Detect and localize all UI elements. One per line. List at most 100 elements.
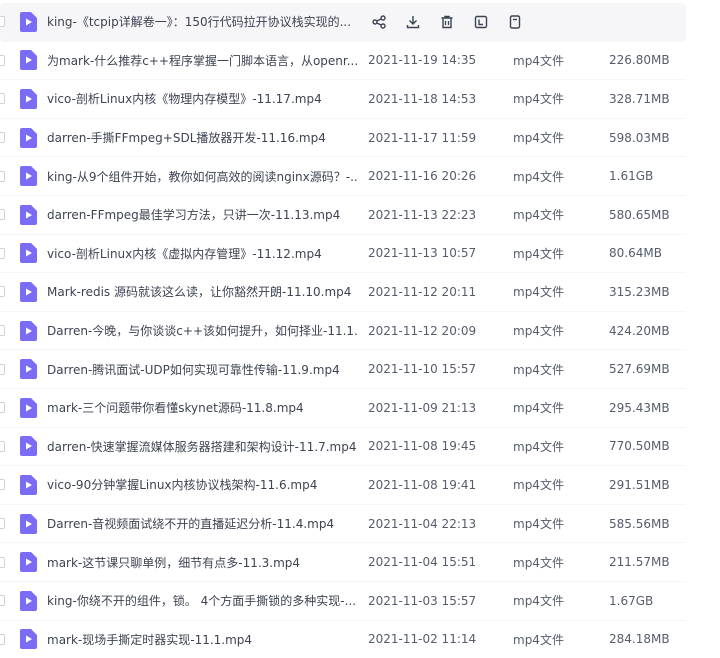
row-checkbox[interactable] xyxy=(0,440,5,452)
rename-button[interactable] xyxy=(469,10,493,34)
video-file-icon xyxy=(20,243,37,264)
video-file-icon xyxy=(20,513,37,534)
file-row[interactable]: king-你绕不开的组件，锁。 4个方面手撕锁的多种实现-... 2021-11-… xyxy=(0,582,686,621)
share-button[interactable] xyxy=(367,10,391,34)
file-size: 585.56MB xyxy=(609,516,670,531)
file-name[interactable]: Darren-腾讯面试-UDP如何实现可靠性传输-11.9.mp4 xyxy=(47,361,357,378)
file-row[interactable]: Mark-redis 源码就该这么读，让你豁然开朗-11.10.mp4 2021-… xyxy=(0,273,686,312)
row-checkbox[interactable] xyxy=(0,132,5,144)
file-name[interactable]: vico-90分钟掌握Linux内核协议栈架构-11.6.mp4 xyxy=(47,476,357,493)
file-date: 2021-11-13 10:57 xyxy=(368,246,477,261)
file-name[interactable]: Mark-redis 源码就该这么读，让你豁然开朗-11.10.mp4 xyxy=(47,283,357,300)
video-file-icon xyxy=(20,281,37,302)
file-date: 2021-11-12 20:11 xyxy=(368,284,477,299)
video-file-icon xyxy=(20,436,37,457)
rename-icon xyxy=(474,15,488,29)
file-type: mp4文件 xyxy=(513,439,564,454)
row-checkbox[interactable] xyxy=(0,54,5,66)
file-name[interactable]: Darren-今晚，与你谈谈c++该如何提升，如何择业-11.1... xyxy=(47,322,357,339)
file-row[interactable]: king-从9个组件开始，教你如何高效的阅读nginx源码？-... 2021-1… xyxy=(0,157,686,196)
file-date: 2021-11-13 22:23 xyxy=(368,207,477,222)
file-row[interactable]: darren-FFmpeg最佳学习方法，只讲一次-11.13.mp4 2021-1… xyxy=(0,196,686,235)
file-size: 315.23MB xyxy=(609,284,670,299)
file-row[interactable]: vico-90分钟掌握Linux内核协议栈架构-11.6.mp4 2021-11-… xyxy=(0,466,686,505)
video-file-icon xyxy=(20,474,37,495)
row-checkbox[interactable] xyxy=(0,518,5,530)
file-row[interactable]: vico-剖析Linux内核《虚拟内存管理》-11.12.mp4 2021-11-… xyxy=(0,235,686,274)
file-name[interactable]: Darren-音视频面试绕不开的直播延迟分析-11.4.mp4 xyxy=(47,515,357,532)
file-size: 80.64MB xyxy=(609,246,662,261)
file-name[interactable]: darren-FFmpeg最佳学习方法，只讲一次-11.13.mp4 xyxy=(47,206,357,223)
file-row[interactable]: 为mark-什么推荐c++程序掌握一门脚本语言，从openr... 2021-11… xyxy=(0,42,686,81)
delete-button[interactable] xyxy=(435,10,459,34)
file-date: 2021-11-02 11:14 xyxy=(368,632,477,647)
video-file-icon xyxy=(20,397,37,418)
file-type: mp4文件 xyxy=(513,401,564,416)
more-button[interactable] xyxy=(503,10,527,34)
file-date: 2021-11-04 15:51 xyxy=(368,555,477,570)
file-name[interactable]: mark-现场手撕定时器实现-11.1.mp4 xyxy=(47,631,357,648)
file-type: mp4文件 xyxy=(513,324,564,339)
file-type: mp4文件 xyxy=(513,53,564,68)
row-checkbox[interactable] xyxy=(0,633,5,645)
video-file-icon xyxy=(20,127,37,148)
file-row[interactable]: Darren-音视频面试绕不开的直播延迟分析-11.4.mp4 2021-11-0… xyxy=(0,505,686,544)
file-type: mp4文件 xyxy=(513,632,564,647)
video-file-icon xyxy=(20,629,37,650)
file-size: 1.67GB xyxy=(609,593,654,608)
file-date: 2021-11-16 20:26 xyxy=(368,169,477,184)
file-date: 2021-11-09 21:13 xyxy=(368,400,477,415)
video-file-icon xyxy=(20,204,37,225)
file-name[interactable]: vico-剖析Linux内核《物理内存模型》-11.17.mp4 xyxy=(47,90,357,107)
row-checkbox[interactable] xyxy=(0,556,5,568)
video-file-icon xyxy=(20,320,37,341)
file-row[interactable]: darren-快速掌握流媒体服务器搭建和架构设计-11.7.mp4 2021-11… xyxy=(0,428,686,467)
row-checkbox[interactable] xyxy=(0,286,5,298)
file-row[interactable]: mark-现场手撕定时器实现-11.1.mp4 2021-11-02 11:14 m… xyxy=(0,621,686,658)
file-name[interactable]: vico-剖析Linux内核《虚拟内存管理》-11.12.mp4 xyxy=(47,245,357,262)
row-checkbox[interactable] xyxy=(0,209,5,221)
row-checkbox[interactable] xyxy=(0,479,5,491)
file-size: 328.71MB xyxy=(609,91,670,106)
file-type: mp4文件 xyxy=(513,169,564,184)
row-checkbox[interactable] xyxy=(0,363,5,375)
file-date: 2021-11-12 20:09 xyxy=(368,323,477,338)
file-row[interactable]: darren-手撕FFmpeg+SDL播放器开发-11.16.mp4 2021-1… xyxy=(0,119,686,158)
file-name[interactable]: mark-这节课只聊单例，细节有点多-11.3.mp4 xyxy=(47,554,357,571)
file-name[interactable]: 为mark-什么推荐c++程序掌握一门脚本语言，从openr... xyxy=(47,52,357,69)
file-name[interactable]: king-《tcpip详解卷一》：150行代码拉开协议栈实现的... xyxy=(47,13,357,30)
row-actions xyxy=(367,10,527,34)
row-checkbox[interactable] xyxy=(0,325,5,337)
file-row[interactable]: Darren-腾讯面试-UDP如何实现可靠性传输-11.9.mp4 2021-11… xyxy=(0,350,686,389)
row-checkbox[interactable] xyxy=(0,247,5,259)
file-size: 598.03MB xyxy=(609,130,670,145)
file-size: 295.43MB xyxy=(609,400,670,415)
file-name[interactable]: king-你绕不开的组件，锁。 4个方面手撕锁的多种实现-... xyxy=(47,592,357,609)
file-row[interactable]: king-《tcpip详解卷一》：150行代码拉开协议栈实现的... xyxy=(0,3,686,42)
file-row[interactable]: vico-剖析Linux内核《物理内存模型》-11.17.mp4 2021-11-… xyxy=(0,80,686,119)
file-list: king-《tcpip详解卷一》：150行代码拉开协议栈实现的... 为mark-… xyxy=(0,0,720,658)
row-checkbox[interactable] xyxy=(0,16,5,28)
file-date: 2021-11-10 15:57 xyxy=(368,362,477,377)
file-row[interactable]: mark-这节课只聊单例，细节有点多-11.3.mp4 2021-11-04 15… xyxy=(0,543,686,582)
download-icon xyxy=(406,15,420,29)
row-checkbox[interactable] xyxy=(0,93,5,105)
file-size: 291.51MB xyxy=(609,477,670,492)
file-name[interactable]: darren-快速掌握流媒体服务器搭建和架构设计-11.7.mp4 xyxy=(47,438,357,455)
row-checkbox[interactable] xyxy=(0,170,5,182)
row-checkbox[interactable] xyxy=(0,595,5,607)
row-checkbox[interactable] xyxy=(0,402,5,414)
file-size: 770.50MB xyxy=(609,439,670,454)
file-name[interactable]: mark-三个问题带你看懂skynet源码-11.8.mp4 xyxy=(47,399,357,416)
file-type: mp4文件 xyxy=(513,131,564,146)
file-date: 2021-11-08 19:45 xyxy=(368,439,477,454)
file-name[interactable]: king-从9个组件开始，教你如何高效的阅读nginx源码？-... xyxy=(47,168,357,185)
file-row[interactable]: Darren-今晚，与你谈谈c++该如何提升，如何择业-11.1... 2021-… xyxy=(0,312,686,351)
document-icon xyxy=(508,15,522,29)
file-row[interactable]: mark-三个问题带你看懂skynet源码-11.8.mp4 2021-11-09… xyxy=(0,389,686,428)
file-date: 2021-11-08 19:41 xyxy=(368,477,477,492)
file-date: 2021-11-04 22:13 xyxy=(368,516,477,531)
file-name[interactable]: darren-手撕FFmpeg+SDL播放器开发-11.16.mp4 xyxy=(47,129,357,146)
file-type: mp4文件 xyxy=(513,362,564,377)
download-button[interactable] xyxy=(401,10,425,34)
